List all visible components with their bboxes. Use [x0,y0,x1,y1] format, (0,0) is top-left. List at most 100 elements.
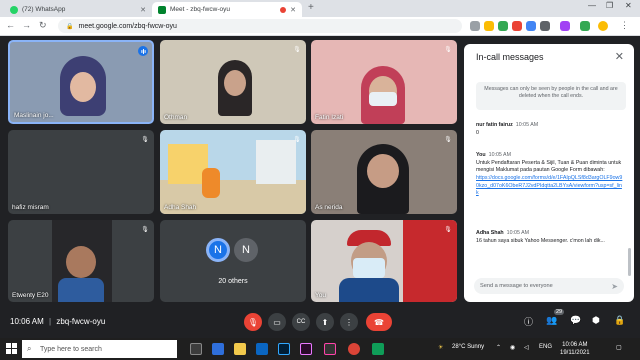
store-icon[interactable] [256,343,268,355]
weather-icon[interactable]: ☀ [438,344,443,351]
extension-icon[interactable] [560,21,570,31]
tab-whatsapp[interactable]: (72) WhatsApp ✕ [4,2,152,17]
photoshop-icon[interactable] [278,343,290,355]
self-tile[interactable]: 🎙 You [311,220,457,302]
star-icon[interactable] [484,21,494,31]
volume-icon[interactable]: ◁ [524,344,529,351]
participant-tile[interactable]: 🎙 hafiz misram [8,130,154,214]
meeting-time: 10:06 AM [10,317,44,326]
extension-icon[interactable] [540,21,550,31]
people-icon[interactable]: 👥 [546,315,557,326]
others-tile[interactable]: N N 20 others [160,220,306,302]
close-tab-icon[interactable]: ✕ [140,6,146,14]
search-icon: ⌕ [27,344,32,353]
mic-toggle-button[interactable]: 🎙 [244,313,262,331]
search-placeholder: Type here to search [40,345,102,353]
face-mask [369,92,397,106]
input-language[interactable]: ENG [539,344,552,350]
taskbar: ⌕ Type here to search ☀ 28°C Sunny ⌃ ◉ ◁… [0,338,640,360]
back-icon[interactable]: ← [6,20,15,30]
message-time: 10:05 AM [515,122,539,128]
camera-icon[interactable] [470,21,480,31]
extension-icon[interactable] [512,21,522,31]
premiere-icon[interactable] [300,343,312,355]
participant-tile[interactable]: 🎙 Othman [160,40,306,124]
participant-tile[interactable]: Maslinain jo... [8,40,154,124]
more-icon: ⋮ [345,317,353,327]
browser-tabbar: (72) WhatsApp ✕ Meet - zbq-fwcw-oyu ✕ + … [0,0,640,17]
avatar[interactable] [598,21,608,31]
mic-off-icon: 🎙 [444,226,452,233]
new-tab-button[interactable]: + [308,2,314,13]
edge-icon[interactable] [212,343,224,355]
app-icon[interactable] [372,343,384,355]
chat-panel: In-call messages ✕ Messages can only be … [464,44,634,302]
mic-off-icon: 🎙 [141,136,149,143]
taskbar-search[interactable]: ⌕ Type here to search [22,340,177,358]
extension-icon[interactable] [498,21,508,31]
forward-icon[interactable]: → [22,20,31,30]
close-window-button[interactable]: ✕ [625,1,632,10]
menu-icon[interactable]: ⋮ [620,20,629,31]
participant-tile[interactable]: 🎙 Adha Shah [160,130,306,214]
captions-button[interactable]: CC [292,313,310,331]
more-options-button[interactable]: ⋮ [340,313,358,331]
info-icon[interactable]: ⓘ [524,315,533,328]
app-icon[interactable] [324,343,336,355]
chat-input[interactable]: Send a message to everyone ➤ [474,278,624,294]
message-link[interactable]: https://docs.google.com/forms/d/e/1FAIpQ… [476,175,622,196]
message-text: 16 tahun saya sibuk Yahoo Messenger. c'm… [476,237,605,244]
chat-input-placeholder: Send a message to everyone [480,283,553,289]
windows-start-icon[interactable] [6,343,17,354]
speaking-icon [138,46,148,56]
participant-tile[interactable]: 🎙 Fatin Izati [311,40,457,124]
participant-name: Othman [164,114,188,121]
meeting-info: 10:06 AM | zbq-fwcw-oyu [10,317,105,326]
extension-icon[interactable] [580,21,590,31]
chat-scrollbar[interactable] [628,248,631,276]
weather-text[interactable]: 28°C Sunny [452,344,484,350]
others-count: 20 others [218,278,248,285]
end-call-button[interactable]: ☎ [366,313,392,331]
participant-face [367,154,399,188]
chat-message: nur fatin fairuz 10:05 AM 0 [476,122,624,137]
message-text: Untuk Pendaftaran Peserta & Sijil, Tuan … [476,159,622,174]
present-button[interactable]: ⬆ [316,313,334,331]
message-sender: nur fatin fairuz [476,122,513,128]
mic-off-icon: 🎙 [247,317,259,327]
network-icon[interactable]: ◉ [510,344,515,351]
lock-icon[interactable]: 🔒 [614,315,625,326]
mic-off-icon: 🎙 [444,46,452,53]
task-view-icon[interactable] [190,343,202,355]
chrome-icon[interactable] [348,343,360,355]
mic-off-icon: 🎙 [141,226,149,233]
participant-name: Maslinain jo... [14,112,54,119]
maximize-button[interactable]: ❐ [606,1,613,10]
url-field[interactable]: 🔒 meet.google.com/zbq-fwcw-oyu [58,19,462,33]
send-icon[interactable]: ➤ [611,282,618,291]
camera-toggle-button[interactable]: ▭ [268,313,286,331]
participant-tile[interactable]: 🎙 As nerida [311,130,457,214]
file-explorer-icon[interactable] [234,343,246,355]
tab-meet[interactable]: Meet - zbq-fwcw-oyu ✕ [152,2,302,17]
participant-count-badge: 29 [554,309,565,315]
close-icon[interactable]: ✕ [615,50,624,63]
participant-tile[interactable]: 🎙 Etwenty E20 [8,220,154,302]
notifications-icon[interactable]: ▢ [616,344,622,351]
system-clock[interactable]: 10:06 AM 19/11/2021 [560,341,590,357]
chat-message: You 10:05 AM Untuk Pendaftaran Peserta & … [476,152,624,198]
minimize-button[interactable]: — [588,1,596,10]
message-time: 10:05 AM [506,230,530,236]
message-sender: You [476,152,486,158]
virtual-background [256,140,296,184]
chat-icon[interactable]: 💬 [570,315,581,326]
chat-message: Adha Shah 10:05 AM 16 tahun saya sibuk Ya… [476,230,624,245]
reload-icon[interactable]: ↻ [39,20,47,31]
phone-hangup-icon: ☎ [374,317,384,327]
close-tab-icon[interactable]: ✕ [290,6,296,14]
message-text: 0 [476,129,479,136]
extension-icon[interactable] [526,21,536,31]
camera-icon: ▭ [273,317,281,327]
activities-icon[interactable]: ⬢ [592,315,600,326]
tray-arrow-icon[interactable]: ⌃ [496,344,501,351]
